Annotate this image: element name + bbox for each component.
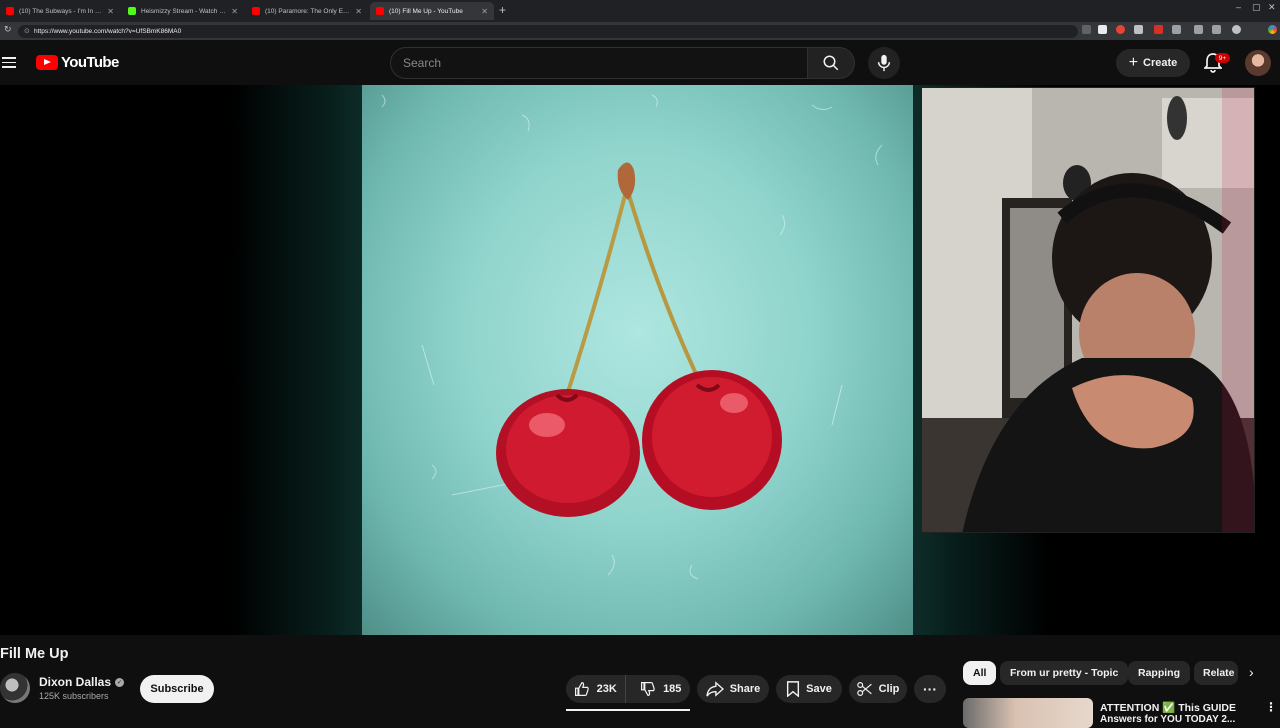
- more-actions-button[interactable]: ···: [914, 675, 946, 703]
- cherries-illustration: [381, 94, 883, 580]
- plus-icon: +: [1128, 54, 1139, 71]
- clip-button[interactable]: Clip: [849, 675, 907, 703]
- channel-name-link[interactable]: Dixon Dallas ✓: [39, 675, 125, 689]
- mic-icon: [877, 54, 891, 72]
- like-count: 23K: [596, 683, 617, 695]
- notification-badge: 9+: [1215, 53, 1230, 63]
- chip-label: All: [973, 667, 987, 679]
- extension-icon[interactable]: [1154, 25, 1163, 34]
- logo-text: YouTube: [61, 54, 119, 71]
- extension-icon[interactable]: [1194, 25, 1203, 34]
- extension-icon[interactable]: [1082, 25, 1091, 34]
- assistant-icon[interactable]: [1268, 25, 1277, 34]
- profile-icon[interactable]: [1232, 25, 1241, 34]
- browser-tab-2[interactable]: Heismizzy Stream - Watch Live on ... ✕: [122, 2, 244, 20]
- share-button[interactable]: Share: [697, 675, 769, 703]
- more-horizontal-icon: ···: [923, 681, 937, 697]
- youtube-play-icon: [36, 55, 58, 70]
- site-info-icon[interactable]: ⊙: [24, 27, 30, 35]
- youtube-favicon-icon: [376, 7, 384, 15]
- tab-label: (10) Fill Me Up - YouTube: [389, 7, 463, 15]
- maximize-icon[interactable]: ▢: [1252, 2, 1261, 13]
- close-icon[interactable]: ✕: [107, 7, 114, 16]
- browser-tab-1[interactable]: (10) The Subways - I'm In Love And... ✕: [0, 2, 120, 20]
- reload-icon[interactable]: ↻: [4, 24, 12, 35]
- streamer-webcam-overlay: [921, 87, 1255, 533]
- album-cover-cherries: [362, 85, 913, 635]
- webcam-scene: [922, 88, 1254, 532]
- save-label: Save: [806, 683, 832, 695]
- minimize-icon[interactable]: –: [1236, 2, 1241, 12]
- kick-favicon-icon: [128, 7, 136, 15]
- clip-label: Clip: [878, 683, 900, 695]
- account-avatar[interactable]: [1245, 50, 1271, 76]
- close-icon[interactable]: ✕: [481, 7, 488, 16]
- video-title: Fill Me Up: [0, 646, 69, 662]
- youtube-logo[interactable]: YouTube: [36, 54, 119, 71]
- chip-related[interactable]: Relate: [1194, 661, 1238, 685]
- new-tab-plus-icon[interactable]: +: [499, 3, 506, 17]
- scissors-icon: [856, 682, 872, 696]
- chip-from-ur-pretty-topic[interactable]: From ur pretty - Topic: [1000, 661, 1129, 685]
- thumbs-down-icon: [641, 682, 655, 697]
- extension-icon[interactable]: [1134, 25, 1143, 34]
- browser-tab-3[interactable]: (10) Paramore: The Only Exception... ✕: [246, 2, 368, 20]
- subscriber-count: 125K subscribers: [39, 691, 109, 701]
- channel-name: Dixon Dallas: [39, 675, 112, 689]
- search-input[interactable]: Search: [390, 47, 808, 79]
- extension-icon[interactable]: [1212, 25, 1221, 34]
- dislike-button[interactable]: 185: [632, 675, 691, 703]
- window-close-icon[interactable]: ✕: [1268, 2, 1276, 13]
- create-label: Create: [1143, 57, 1178, 69]
- close-icon[interactable]: ✕: [231, 7, 238, 16]
- address-bar[interactable]: ⊙ https://www.youtube.com/watch?v=UfSBmK…: [18, 25, 1078, 38]
- share-label: Share: [729, 683, 761, 695]
- chip-label: Relate: [1203, 667, 1235, 679]
- extension-icon[interactable]: [1098, 25, 1107, 34]
- chevron-right-icon[interactable]: ›: [1249, 664, 1254, 680]
- more-vertical-icon[interactable]: ⋮: [1265, 700, 1277, 714]
- search-placeholder: Search: [403, 56, 442, 70]
- url-text: https://www.youtube.com/watch?v=UfSBmK86…: [34, 28, 182, 35]
- channel-avatar[interactable]: [0, 673, 30, 703]
- like-button[interactable]: 23K: [566, 675, 626, 703]
- thumbs-up-icon: [574, 681, 589, 696]
- chip-label: Rapping: [1138, 667, 1180, 679]
- subscribe-button[interactable]: Subscribe: [140, 675, 214, 703]
- like-progress-underline: [566, 709, 690, 711]
- tab-label: (10) Paramore: The Only Exception...: [265, 7, 351, 15]
- bookmark-icon: [787, 681, 800, 697]
- like-dislike-group: 23K 185: [566, 675, 690, 703]
- save-button[interactable]: Save: [776, 675, 842, 703]
- chip-rapping[interactable]: Rapping: [1128, 661, 1190, 685]
- extension-icon[interactable]: [1116, 25, 1125, 34]
- browser-tab-4[interactable]: (10) Fill Me Up - YouTube ✕: [370, 2, 494, 20]
- recommended-video-thumbnail[interactable]: [963, 698, 1093, 728]
- menu-icon[interactable]: [2, 57, 16, 68]
- chip-all[interactable]: All: [963, 661, 997, 685]
- search-icon: [823, 55, 839, 71]
- create-button[interactable]: + Create: [1116, 49, 1190, 77]
- youtube-favicon-icon: [6, 7, 14, 15]
- search-button[interactable]: [807, 47, 855, 79]
- verified-check-icon: ✓: [115, 677, 125, 687]
- share-icon: [706, 681, 724, 697]
- youtube-favicon-icon: [252, 7, 260, 15]
- dislike-count: 185: [663, 683, 682, 695]
- extension-icon[interactable]: [1172, 25, 1181, 34]
- close-icon[interactable]: ✕: [355, 7, 362, 16]
- tab-label: Heismizzy Stream - Watch Live on ...: [141, 7, 228, 15]
- voice-search-button[interactable]: [868, 47, 900, 79]
- tab-label: (10) The Subways - I'm In Love And...: [19, 7, 103, 15]
- recommended-video-title[interactable]: ATTENTION ✅ This GUIDE: [1100, 701, 1236, 714]
- chip-label: From ur pretty - Topic: [1010, 667, 1119, 679]
